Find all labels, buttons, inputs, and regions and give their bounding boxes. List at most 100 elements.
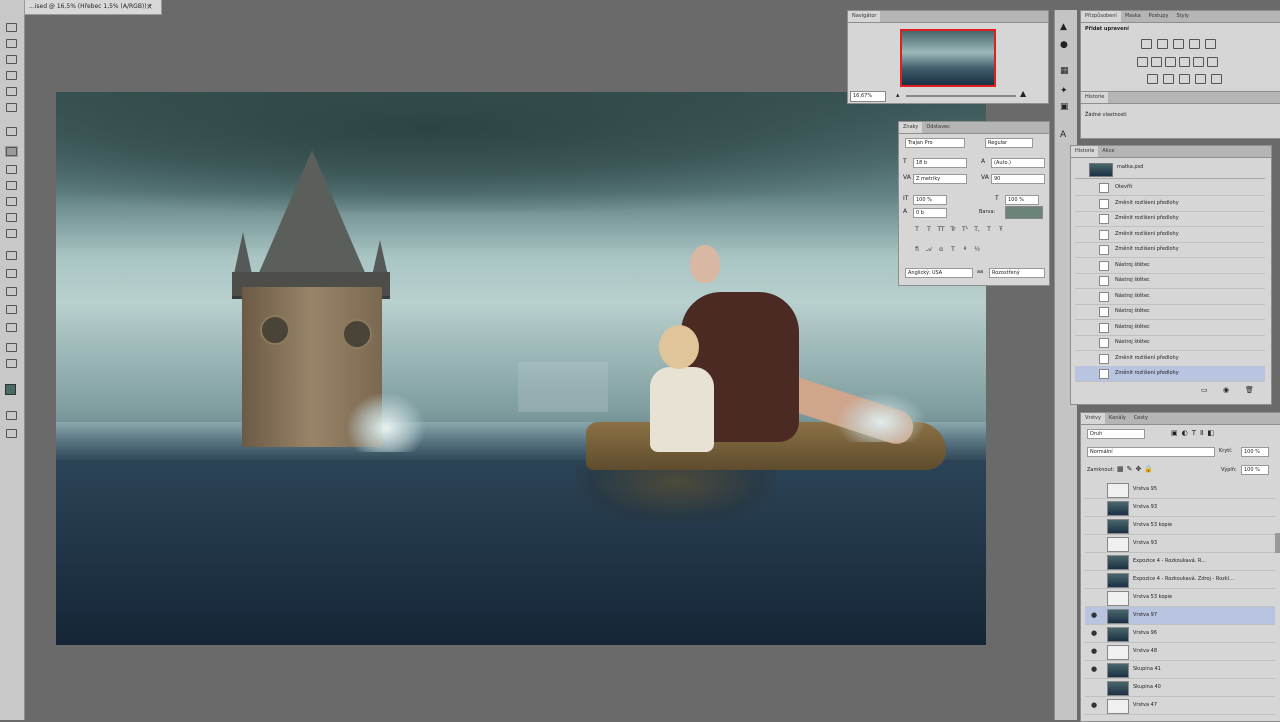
layer-filter-icons[interactable]: ▣◐TⅡ◧ (1171, 429, 1218, 437)
info-icon[interactable]: ● (1060, 40, 1068, 50)
invert-icon[interactable] (1147, 74, 1158, 84)
marquee-tool-icon[interactable] (5, 38, 18, 49)
black-white-icon[interactable] (1165, 57, 1176, 67)
path-select-tool-icon[interactable] (5, 304, 18, 315)
visibility-eye-icon[interactable]: ● (1091, 701, 1097, 709)
font-style-select[interactable]: Regular (985, 138, 1033, 148)
color-lookup-icon[interactable] (1207, 57, 1218, 67)
fraction-icon[interactable]: ½ (973, 246, 981, 254)
history-item[interactable]: Změnit rozlišení předlohy (1075, 227, 1265, 243)
shape-tool-icon[interactable] (5, 322, 18, 333)
strikethrough-icon[interactable]: Ŧ (997, 226, 1005, 234)
layer-filter-select[interactable]: Druh (1087, 429, 1145, 439)
visibility-eye-icon[interactable]: ● (1091, 647, 1097, 655)
color-balance-icon[interactable] (1151, 57, 1162, 67)
layer-row[interactable]: ● Vrstva 47 (1085, 697, 1275, 715)
document-canvas[interactable] (56, 92, 986, 645)
type-tool-icon[interactable] (5, 286, 18, 297)
vibrance-icon[interactable] (1205, 39, 1216, 49)
layer-row[interactable]: Vrstva 93 (1085, 535, 1275, 553)
fill-field[interactable]: 100 % (1241, 465, 1269, 475)
pen-tool-icon[interactable] (5, 268, 18, 279)
history-item[interactable]: Nástroj štětec (1075, 304, 1265, 320)
layer-row[interactable]: ● Skupina 41 (1085, 661, 1275, 679)
layer-row[interactable]: ● Vrstva 97 (1085, 607, 1275, 625)
tab-history[interactable]: Historie (1071, 146, 1099, 157)
swatches-icon[interactable]: ▦ (1060, 66, 1069, 76)
foreground-color-swatch[interactable] (5, 384, 16, 395)
kerning-field[interactable]: Z metriky (913, 174, 967, 184)
gradient-map-icon[interactable] (1195, 74, 1206, 84)
dodge-tool-icon[interactable] (5, 250, 18, 261)
clone-stamp-tool-icon[interactable] (5, 164, 18, 175)
visibility-eye-icon[interactable]: ● (1091, 629, 1097, 637)
tab-paths[interactable]: Cesty (1130, 413, 1152, 424)
horizontal-scale-field[interactable]: 100 % (1005, 195, 1039, 205)
ordinal-icon[interactable]: ª (961, 246, 969, 254)
tab-character[interactable]: Znaky (899, 122, 923, 133)
history-item[interactable]: Změnit rozlišení předlohy (1075, 351, 1265, 367)
document-tab[interactable]: ...ised @ 16,5% (Hřebec 1,5% (A/RGB)) * (24, 0, 162, 15)
history-item[interactable]: Otevřít (1075, 180, 1265, 196)
navigator-zoom-slider[interactable] (906, 95, 1016, 97)
layer-row[interactable]: ● Vrstva 48 (1085, 643, 1275, 661)
screen-mode-icon[interactable] (5, 428, 18, 439)
quick-select-tool-icon[interactable] (5, 70, 18, 81)
tab-actions[interactable]: Akce (1098, 146, 1118, 157)
histogram-icon[interactable]: ▲ (1060, 22, 1067, 32)
exposure-icon[interactable] (1189, 39, 1200, 49)
new-snapshot-icon[interactable]: ◉ (1223, 386, 1229, 394)
vertical-scale-field[interactable]: 100 % (913, 195, 947, 205)
selective-color-icon[interactable] (1211, 74, 1222, 84)
blend-mode-select[interactable]: Normální (1087, 447, 1215, 457)
gradient-tool-icon[interactable] (5, 212, 18, 223)
font-family-select[interactable]: Trajan Pro (905, 138, 965, 148)
layer-row[interactable]: Expozice 4 - Rozkoukavá. R... (1085, 553, 1275, 571)
delete-icon[interactable]: 🗑 (1245, 386, 1254, 394)
layer-row[interactable]: ● Vrstva 96 (1085, 625, 1275, 643)
layer-row[interactable]: Skupina 40 (1085, 679, 1275, 697)
tab-paragraph[interactable]: Odstavec (922, 122, 954, 133)
photo-filter-icon[interactable] (1179, 57, 1190, 67)
curves-icon[interactable] (1173, 39, 1184, 49)
hue-saturation-icon[interactable] (1137, 57, 1148, 67)
layer-row[interactable]: Vrstva 53 kopie (1085, 517, 1275, 535)
tab-styles[interactable]: Styly (1172, 11, 1192, 22)
superscript-icon[interactable]: T¹ (961, 226, 969, 234)
zoom-in-icon[interactable]: ▲ (1020, 89, 1026, 98)
titling-icon[interactable]: T (949, 246, 957, 254)
layer-row[interactable]: Expozice 4 - Rozkoukavá. Zdroj - Rozkl..… (1085, 571, 1275, 589)
styles-icon[interactable]: ✦ (1060, 86, 1068, 96)
subscript-icon[interactable]: T, (973, 226, 981, 234)
history-item[interactable]: Nástroj štětec (1075, 320, 1265, 336)
character-icon[interactable]: A (1060, 130, 1066, 140)
leading-field[interactable]: (Auto.) (991, 158, 1045, 168)
tab-paths[interactable]: Postupy (1145, 11, 1173, 22)
lasso-tool-icon[interactable] (5, 54, 18, 65)
healing-tool-icon[interactable] (5, 126, 18, 137)
history-snapshot[interactable]: matka.psd (1075, 160, 1265, 179)
history-item[interactable]: Nástroj štětec (1075, 289, 1265, 305)
tab-properties[interactable]: Historie (1081, 92, 1109, 103)
new-document-from-state-icon[interactable]: ▭ (1201, 386, 1208, 394)
brush-presets-icon[interactable]: ▣ (1060, 102, 1069, 112)
levels-icon[interactable] (1157, 39, 1168, 49)
navigator-zoom-field[interactable]: 16,67% (850, 91, 886, 102)
font-size-field[interactable]: 18 b (913, 158, 967, 168)
lock-icons[interactable]: ▦✎✥🔒 (1117, 465, 1156, 473)
zoom-tool-icon[interactable] (5, 358, 18, 369)
tab-layers[interactable]: Vrstvy (1081, 413, 1105, 424)
visibility-eye-icon[interactable]: ● (1091, 665, 1097, 673)
channel-mixer-icon[interactable] (1193, 57, 1204, 67)
history-item[interactable]: Nástroj štětec (1075, 273, 1265, 289)
tab-navigator[interactable]: Navigátor (848, 11, 881, 22)
underline-icon[interactable]: T (985, 226, 993, 234)
tab-channels[interactable]: Kanály (1105, 413, 1130, 424)
history-item[interactable]: Nástroj štětec (1075, 335, 1265, 351)
close-icon[interactable]: × (146, 2, 153, 11)
tracking-field[interactable]: 90 (991, 174, 1045, 184)
alternates-icon[interactable]: ɑ (937, 246, 945, 254)
posterize-icon[interactable] (1163, 74, 1174, 84)
eyedropper-tool-icon[interactable] (5, 102, 18, 113)
blur-tool-icon[interactable] (5, 228, 18, 239)
